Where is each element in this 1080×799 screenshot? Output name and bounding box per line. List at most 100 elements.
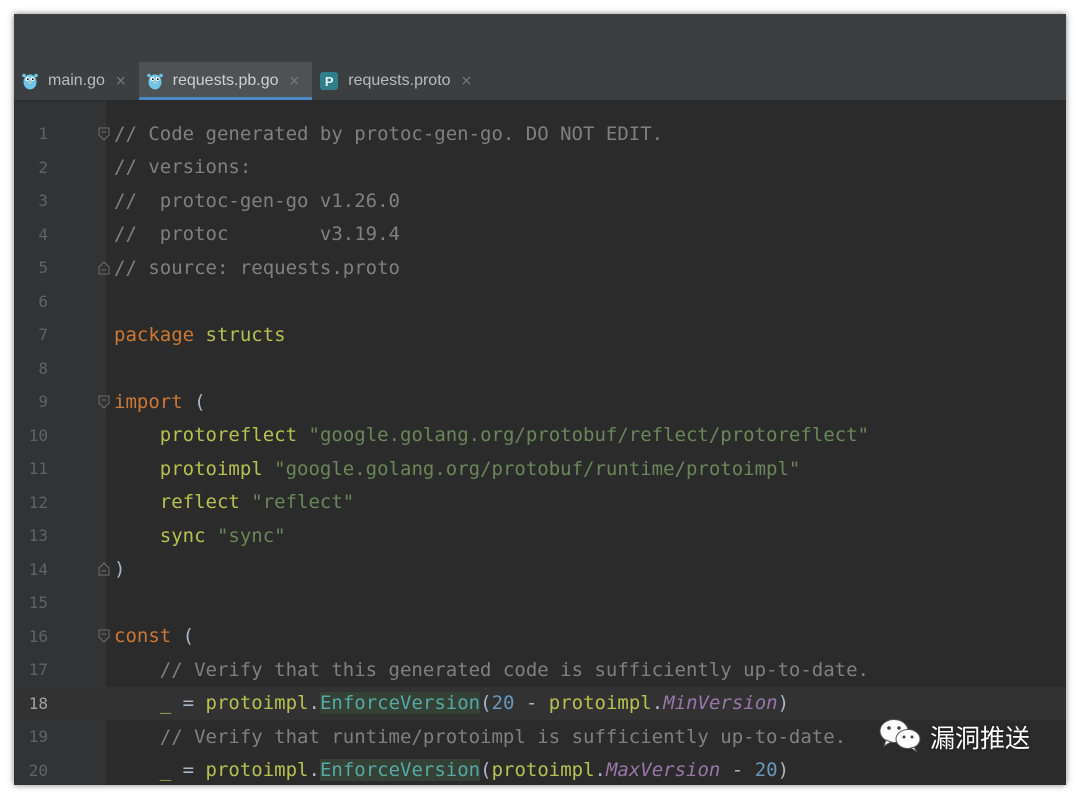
line-number: 9 <box>38 392 48 412</box>
close-icon[interactable]: × <box>115 73 127 89</box>
code-line[interactable]: 18 _ = protoimpl.EnforceVersion(20 - pro… <box>14 686 1066 720</box>
code-text: // protoc-gen-go v1.26.0 <box>114 190 400 212</box>
code-token: // Code generated by protoc-gen-go. DO N… <box>114 122 664 145</box>
line-number: 14 <box>28 559 48 579</box>
code-token: ( <box>182 390 206 413</box>
code-line[interactable]: 8 <box>14 352 1066 386</box>
code-text: package structs <box>114 324 286 346</box>
fold-close-icon[interactable] <box>98 261 110 275</box>
code-token: protoimpl <box>548 692 652 715</box>
code-token: protoimpl <box>491 759 595 782</box>
code-token: . <box>308 759 320 782</box>
code-token: "google.golang.org/protobuf/runtime/prot… <box>274 457 801 480</box>
tab-label: requests.proto <box>348 72 451 89</box>
title-bar <box>14 14 1066 63</box>
code-line[interactable]: 11 protoimpl "google.golang.org/protobuf… <box>14 452 1066 486</box>
code-line[interactable]: 15 <box>14 586 1066 620</box>
code-line[interactable]: 2 // versions: <box>14 151 1066 185</box>
code-line[interactable]: 10 protoreflect "google.golang.org/proto… <box>14 419 1066 453</box>
code-token: ( <box>171 625 195 648</box>
code-text: _ = protoimpl.EnforceVersion(protoimpl.M… <box>114 759 789 782</box>
code-text: const ( <box>114 625 194 647</box>
code-token: ( <box>480 759 492 782</box>
watermark-text: 漏洞推送 <box>930 724 1031 753</box>
code-token: sync <box>159 524 206 547</box>
code-token: const <box>114 625 172 648</box>
code-token: // Verify that this generated code is su… <box>159 658 869 681</box>
wechat-icon <box>878 717 922 757</box>
code-token: // Verify that runtime/protoimpl is suff… <box>159 725 847 748</box>
code-token: ) <box>777 692 790 715</box>
code-line[interactable]: 4 // protoc v3.19.4 <box>14 218 1066 252</box>
code-line[interactable]: 1 // Code generated by protoc-gen-go. DO … <box>14 117 1066 151</box>
code-text: // versions: <box>114 156 251 178</box>
watermark: 漏洞推送 <box>878 717 1030 757</box>
line-number: 6 <box>38 291 48 311</box>
fold-open-icon[interactable] <box>98 395 110 409</box>
code-line[interactable]: 5 // source: requests.proto <box>14 251 1066 285</box>
code-line[interactable]: 13 sync "sync" <box>14 519 1066 553</box>
code-text: sync "sync" <box>114 525 286 547</box>
code-text: _ = protoimpl.EnforceVersion(20 - protoi… <box>114 692 790 715</box>
tab-main-go[interactable]: main.go × <box>14 62 139 100</box>
code-line[interactable]: 16 const ( <box>14 620 1066 654</box>
code-token: . <box>594 759 606 782</box>
code-text: // Verify that runtime/protoimpl is suff… <box>114 726 846 748</box>
code-token: ) <box>114 558 126 581</box>
code-token: - <box>720 759 755 782</box>
tab-requests-pb-go[interactable]: requests.pb.go × <box>138 62 313 100</box>
fold-close-icon[interactable] <box>98 562 110 576</box>
code-token: // protoc v3.19.4 <box>114 223 400 246</box>
line-number: 11 <box>28 459 48 479</box>
code-line[interactable]: 3 // protoc-gen-go v1.26.0 <box>14 184 1066 218</box>
line-number: 16 <box>28 626 48 646</box>
code-token: // versions: <box>114 156 252 179</box>
code-line[interactable]: 7 package structs <box>14 318 1066 352</box>
ide-window: main.go × requests.pb.go × P requests.pr… <box>14 14 1066 785</box>
line-number: 20 <box>28 760 48 780</box>
code-text: ) <box>114 558 125 580</box>
line-number: 10 <box>28 425 48 445</box>
close-icon[interactable]: × <box>461 73 473 89</box>
code-token: 20 <box>491 692 515 715</box>
fold-open-icon[interactable] <box>98 629 110 643</box>
code-token: protoimpl <box>159 457 263 480</box>
proto-file-icon: P <box>320 72 339 90</box>
code-token: - <box>514 692 549 715</box>
code-token: reflect <box>159 491 240 514</box>
code-line[interactable]: 12 reflect "reflect" <box>14 486 1066 520</box>
line-number: 5 <box>38 258 48 278</box>
code-token: // source: requests.proto <box>114 256 400 279</box>
line-number: 1 <box>38 124 48 144</box>
line-number: 7 <box>38 325 48 345</box>
code-line[interactable]: 6 <box>14 285 1066 319</box>
fold-open-icon[interactable] <box>98 127 110 141</box>
line-number: 3 <box>38 191 48 211</box>
code-editor[interactable]: 1 // Code generated by protoc-gen-go. DO … <box>14 101 1066 785</box>
code-line[interactable]: 14) <box>14 553 1066 587</box>
code-token: _ <box>159 759 172 782</box>
code-token: MaxVersion <box>605 759 721 782</box>
close-icon[interactable]: × <box>289 73 301 89</box>
code-token: EnforceVersion <box>319 759 481 782</box>
code-token: protoimpl <box>205 759 309 782</box>
code-token: = <box>171 759 206 782</box>
tab-requests-proto[interactable]: P requests.proto × <box>312 62 484 100</box>
code-token: structs <box>205 323 286 346</box>
line-number: 2 <box>38 157 48 177</box>
code-line[interactable]: 20 _ = protoimpl.EnforceVersion(protoimp… <box>14 754 1066 786</box>
code-token: = <box>171 692 206 715</box>
code-line[interactable]: 17 // Verify that this generated code is… <box>14 653 1066 687</box>
line-number: 13 <box>28 526 48 546</box>
code-line[interactable]: 9 import ( <box>14 385 1066 419</box>
code-text: protoreflect "google.golang.org/protobuf… <box>114 424 869 446</box>
